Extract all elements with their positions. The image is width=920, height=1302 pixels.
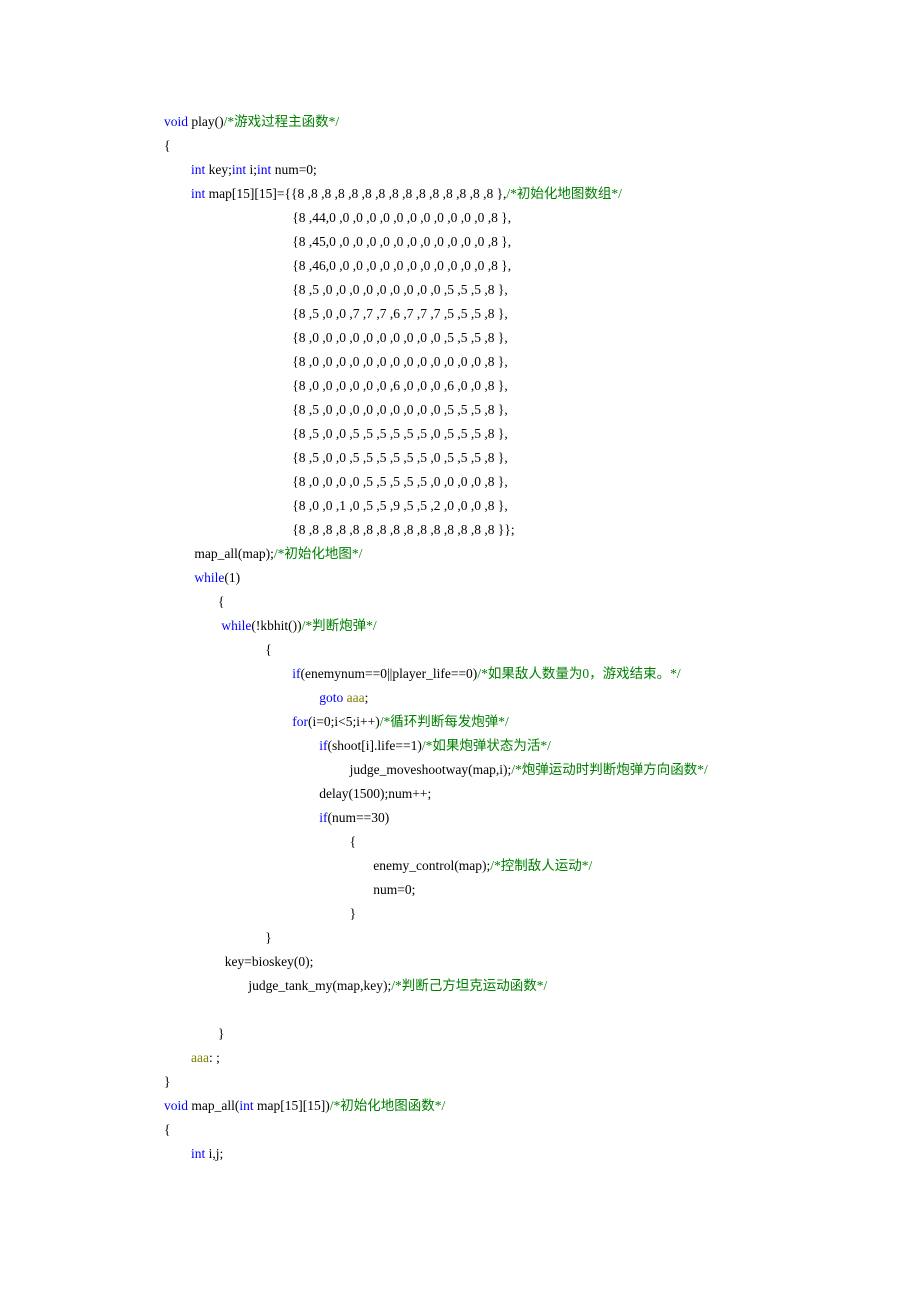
code-line: {8 ,0 ,0 ,0 ,0 ,5 ,5 ,5 ,5 ,5 ,0 ,0 ,0 ,… — [164, 470, 920, 494]
code-line: while(!kbhit())/*判断炮弹*/ — [164, 614, 920, 638]
code-line: {8 ,46,0 ,0 ,0 ,0 ,0 ,0 ,0 ,0 ,0 ,0 ,0 ,… — [164, 254, 920, 278]
code-line: { — [164, 134, 920, 158]
code-line: void map_all(int map[15][15])/*初始化地图函数*/ — [164, 1094, 920, 1118]
code-line: delay(1500);num++; — [164, 782, 920, 806]
code-line: {8 ,0 ,0 ,0 ,0 ,0 ,0 ,0 ,0 ,0 ,0 ,0 ,0 ,… — [164, 350, 920, 374]
code-line: {8 ,0 ,0 ,1 ,0 ,5 ,5 ,9 ,5 ,5 ,2 ,0 ,0 ,… — [164, 494, 920, 518]
code-line: } — [164, 1070, 920, 1094]
code-line — [164, 998, 920, 1022]
code-line: int key;int i;int num=0; — [164, 158, 920, 182]
code-line: {8 ,5 ,0 ,0 ,5 ,5 ,5 ,5 ,5 ,5 ,0 ,5 ,5 ,… — [164, 446, 920, 470]
code-line: key=bioskey(0); — [164, 950, 920, 974]
code-line: {8 ,45,0 ,0 ,0 ,0 ,0 ,0 ,0 ,0 ,0 ,0 ,0 ,… — [164, 230, 920, 254]
code-line: } — [164, 926, 920, 950]
code-line: goto aaa; — [164, 686, 920, 710]
code-line: for(i=0;i<5;i++)/*循环判断每发炮弹*/ — [164, 710, 920, 734]
code-line: { — [164, 830, 920, 854]
code-line: enemy_control(map);/*控制敌人运动*/ — [164, 854, 920, 878]
code-document: void play()/*游戏过程主函数*/{ int key;int i;in… — [0, 0, 920, 1166]
code-line: { — [164, 590, 920, 614]
code-line: {8 ,0 ,0 ,0 ,0 ,0 ,0 ,0 ,0 ,0 ,0 ,5 ,5 ,… — [164, 326, 920, 350]
code-line: if(shoot[i].life==1)/*如果炮弹状态为活*/ — [164, 734, 920, 758]
code-line: } — [164, 902, 920, 926]
code-line: while(1) — [164, 566, 920, 590]
code-line: { — [164, 1118, 920, 1142]
code-line: int i,j; — [164, 1142, 920, 1166]
code-line: {8 ,5 ,0 ,0 ,5 ,5 ,5 ,5 ,5 ,5 ,0 ,5 ,5 ,… — [164, 422, 920, 446]
code-line: if(enemynum==0||player_life==0)/*如果敌人数量为… — [164, 662, 920, 686]
code-line: num=0; — [164, 878, 920, 902]
code-line: if(num==30) — [164, 806, 920, 830]
code-line: {8 ,0 ,0 ,0 ,0 ,0 ,0 ,6 ,0 ,0 ,0 ,6 ,0 ,… — [164, 374, 920, 398]
code-line: judge_tank_my(map,key);/*判断己方坦克运动函数*/ — [164, 974, 920, 998]
code-line: void play()/*游戏过程主函数*/ — [164, 110, 920, 134]
code-line: {8 ,44,0 ,0 ,0 ,0 ,0 ,0 ,0 ,0 ,0 ,0 ,0 ,… — [164, 206, 920, 230]
code-line: map_all(map);/*初始化地图*/ — [164, 542, 920, 566]
code-line: {8 ,5 ,0 ,0 ,7 ,7 ,7 ,6 ,7 ,7 ,7 ,5 ,5 ,… — [164, 302, 920, 326]
code-line: {8 ,5 ,0 ,0 ,0 ,0 ,0 ,0 ,0 ,0 ,0 ,5 ,5 ,… — [164, 398, 920, 422]
code-line: } — [164, 1022, 920, 1046]
code-line: judge_moveshootway(map,i);/*炮弹运动时判断炮弹方向函… — [164, 758, 920, 782]
code-line: aaa: ; — [164, 1046, 920, 1070]
code-line: {8 ,5 ,0 ,0 ,0 ,0 ,0 ,0 ,0 ,0 ,0 ,5 ,5 ,… — [164, 278, 920, 302]
code-line: {8 ,8 ,8 ,8 ,8 ,8 ,8 ,8 ,8 ,8 ,8 ,8 ,8 ,… — [164, 518, 920, 542]
code-line: int map[15][15]={{8 ,8 ,8 ,8 ,8 ,8 ,8 ,8… — [164, 182, 920, 206]
code-line: { — [164, 638, 920, 662]
